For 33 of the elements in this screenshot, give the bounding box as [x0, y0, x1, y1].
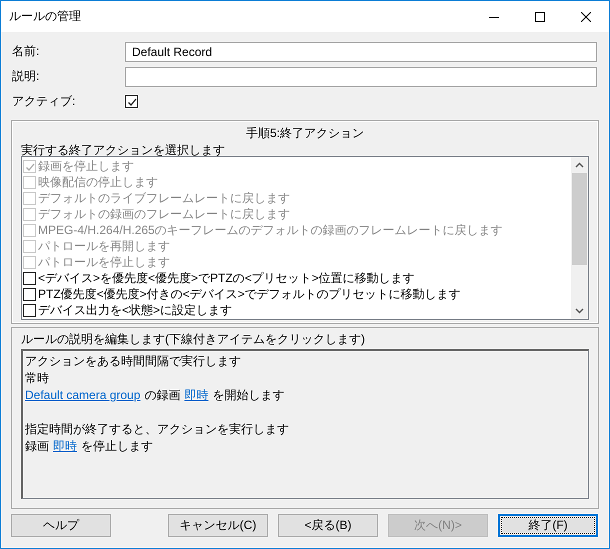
- description-line: 録画 即時 を停止します: [25, 438, 154, 455]
- scroll-down-icon[interactable]: [575, 308, 584, 314]
- action-label[interactable]: <デバイス>を優先度<優先度>でPTZの<プリセット>位置に移動します: [38, 270, 415, 286]
- description-line: 常時: [25, 370, 50, 387]
- action-checkbox[interactable]: [23, 288, 36, 300]
- field-label: 説明:: [12, 68, 40, 85]
- scroll-up-icon[interactable]: [575, 162, 584, 168]
- scrollbar-thumb[interactable]: [572, 173, 587, 265]
- text-field[interactable]: [125, 66, 597, 86]
- action-label[interactable]: デバイス出力を<状態>に設定します: [38, 302, 232, 318]
- description-link[interactable]: 即時: [184, 388, 208, 402]
- dialog-button[interactable]: <戻る(B): [278, 514, 378, 537]
- action-label[interactable]: PTZ優先度<優先度>付きの<デバイス>でデフォルトのプリセットに移動します: [38, 286, 461, 302]
- close-icon[interactable]: [581, 12, 591, 22]
- action-checkbox[interactable]: [23, 272, 36, 284]
- action-checkbox[interactable]: [23, 304, 36, 316]
- description-line: Default camera group の録画 即時 を開始します: [25, 387, 286, 404]
- step-title: 手順5:終了アクション: [244, 125, 365, 142]
- dialog-button[interactable]: 終了(F): [498, 514, 598, 537]
- maximize-icon[interactable]: [535, 12, 545, 22]
- dialog-button[interactable]: ヘルプ: [11, 514, 111, 537]
- field-label: アクティブ:: [12, 93, 76, 110]
- window-title: ルールの管理: [9, 8, 82, 25]
- description-link[interactable]: 即時: [53, 439, 77, 453]
- description-link[interactable]: Default camera group: [25, 388, 140, 402]
- description-line: 指定時間が終了すると、アクションを実行します: [25, 421, 290, 438]
- description-title: ルールの説明を編集します(下線付きアイテムをクリックします): [21, 331, 366, 348]
- text-field[interactable]: Default Record: [125, 42, 597, 62]
- description-line: アクションをある時間間隔で実行します: [25, 353, 242, 370]
- dialog-button[interactable]: キャンセル(C): [168, 514, 268, 537]
- active-checkbox[interactable]: [125, 95, 138, 108]
- field-label: 名前:: [12, 43, 40, 60]
- step-prompt: 実行する終了アクションを選択します: [21, 142, 226, 156]
